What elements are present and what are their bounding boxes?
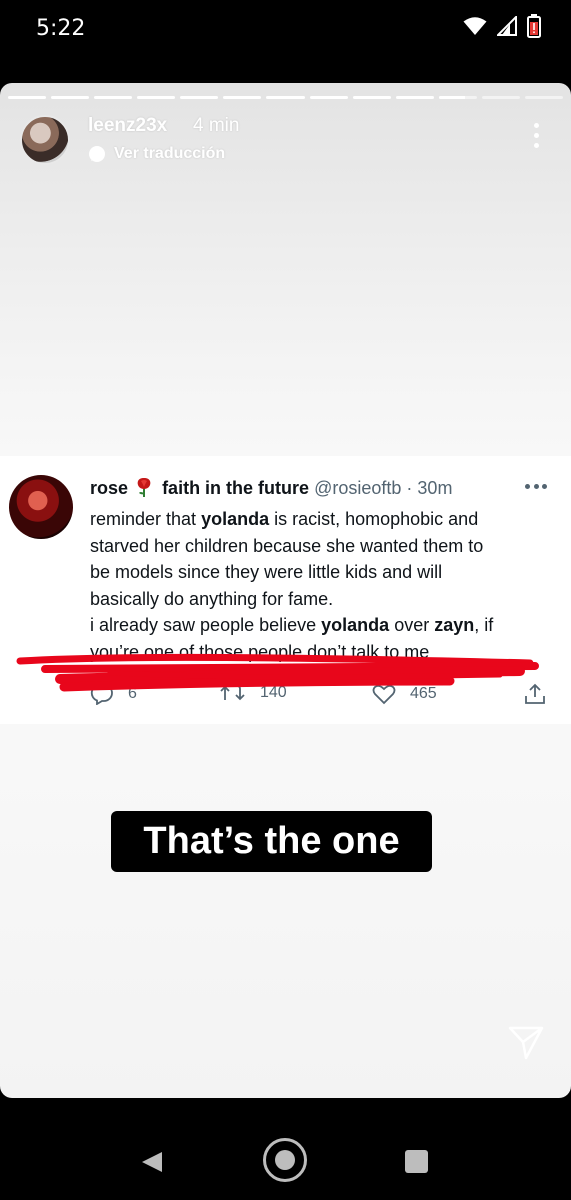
story-progress-segment — [481, 96, 520, 99]
story-progress-segment — [137, 96, 176, 99]
tweet-more-icon — [525, 484, 547, 490]
tweet-author-name-suffix: faith in the future — [162, 478, 310, 498]
story-progress-segment — [266, 96, 305, 99]
tweet-like: 465 — [372, 683, 437, 705]
tweet-retweet-count: 140 — [260, 684, 287, 701]
tweet-header: rose faith in the future @rosieoftb · 30… — [90, 476, 452, 499]
story-progress-segment — [309, 96, 348, 99]
home-icon[interactable] — [263, 1138, 307, 1182]
tweet-line: be models since they were little kids an… — [90, 562, 443, 583]
tweet-avatar — [9, 475, 73, 539]
story-progress-segment — [94, 96, 133, 99]
story-progress-segment — [180, 96, 219, 99]
tweet-time: 30m — [417, 478, 453, 498]
like-icon — [372, 684, 396, 705]
story-caption: That’s the one — [111, 811, 432, 872]
reply-icon — [90, 684, 113, 705]
tweet-line: basically do anything for fame. — [90, 588, 334, 609]
wifi-icon — [463, 17, 487, 35]
story-header: leenz23x 4 min Ver traducción — [0, 111, 571, 171]
rose-emoji-icon — [137, 478, 151, 497]
send-icon[interactable] — [506, 1022, 546, 1062]
status-icons — [463, 14, 541, 38]
status-time: 5:22 — [36, 16, 86, 41]
tweet-line: reminder that yolanda is racist, homopho… — [90, 509, 479, 529]
story-progress-segment — [438, 96, 477, 99]
translate-icon — [89, 146, 105, 162]
story-progress-segment — [352, 96, 391, 99]
back-icon[interactable] — [140, 1150, 164, 1174]
tweet-author-name: rose — [90, 478, 129, 498]
tweet-handle: @rosieoftb — [314, 478, 402, 498]
story-avatar[interactable] — [20, 115, 70, 165]
story-progress-bar — [8, 96, 564, 99]
tweet-reply: 6 — [90, 683, 137, 705]
story-progress-segment — [524, 96, 564, 99]
tweet-line: you’re one of those people don’t talk to… — [90, 641, 430, 662]
tweet-actions — [0, 764, 571, 790]
tweet-separator: · — [406, 478, 413, 498]
instagram-story-screen: 5:22 leenz23x 4 min Ver traducción rose … — [0, 0, 571, 1200]
tweet-like-count: 465 — [410, 685, 437, 702]
tweet-line: i already saw people believe yolanda ove… — [90, 615, 494, 636]
tweet-share — [524, 683, 546, 705]
see-translation-label: Ver traducción — [114, 145, 226, 162]
story-time-ago: 4 min — [193, 115, 240, 136]
retweet-icon — [220, 685, 245, 701]
system-nav-bar — [0, 1120, 571, 1200]
story-username[interactable]: leenz23x — [88, 115, 167, 137]
story-content[interactable]: leenz23x 4 min Ver traducción rose faith… — [0, 83, 571, 1098]
tweet-action-row: 6 140 465 — [0, 683, 571, 709]
status-bar: 5:22 — [0, 0, 571, 62]
more-vert-icon[interactable] — [531, 123, 541, 153]
story-progress-segment — [51, 96, 90, 99]
recents-icon[interactable] — [405, 1150, 428, 1173]
tweet-line: starved her children because she wanted … — [90, 535, 484, 556]
see-translation-button[interactable]: Ver traducción — [88, 145, 225, 163]
signal-icon — [497, 16, 517, 36]
tweet-reply-count: 6 — [128, 685, 137, 702]
battery-low-icon — [527, 14, 541, 38]
story-progress-segment — [395, 96, 434, 99]
story-progress-segment — [8, 96, 47, 99]
tweet-text: reminder that yolanda is racist, homopho… — [90, 506, 560, 666]
share-icon — [525, 683, 545, 704]
tweet-retweet: 140 — [220, 683, 287, 703]
story-progress-segment — [223, 96, 262, 99]
